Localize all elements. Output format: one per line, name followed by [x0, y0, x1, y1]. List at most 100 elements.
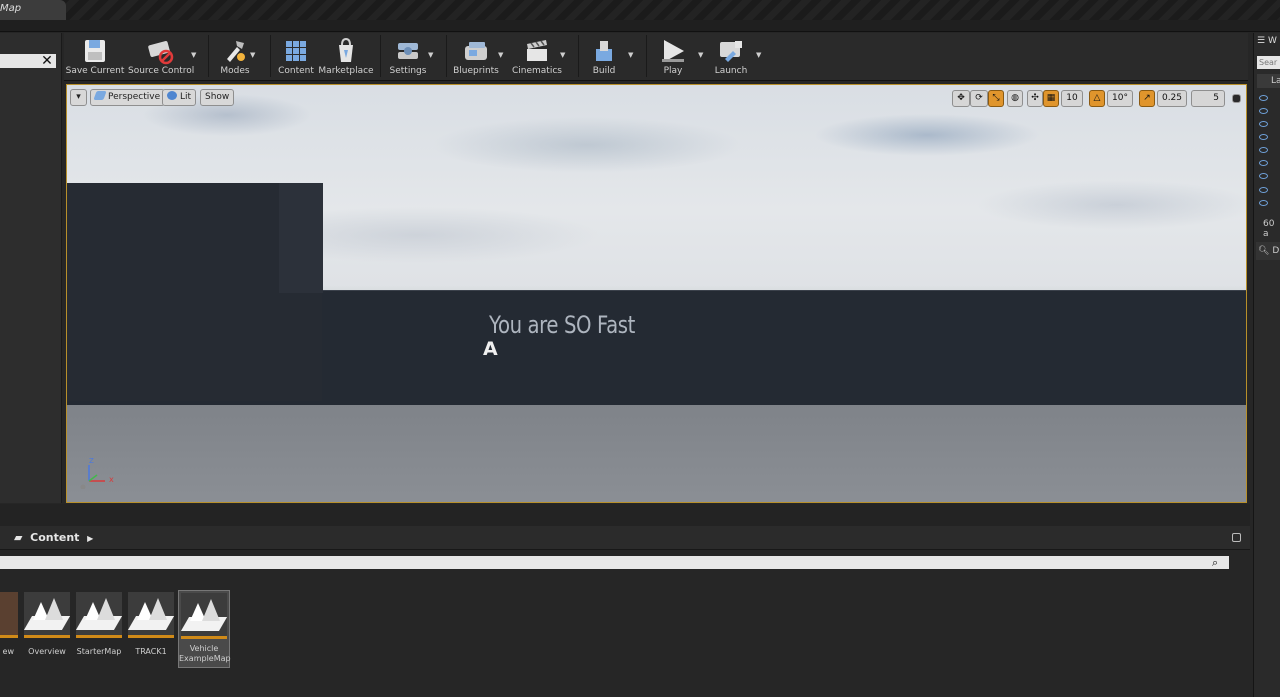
play-label: Play: [663, 66, 683, 76]
settings-gear-icon: [398, 43, 418, 59]
toolbar-separator: [578, 35, 579, 77]
visibility-eye-icon[interactable]: [1259, 173, 1268, 179]
show-button[interactable]: Show: [200, 89, 235, 106]
axis-gizmo-icon: [80, 465, 105, 489]
save-current-label: Save Current: [65, 66, 125, 76]
save-current-button[interactable]: Save Current: [64, 33, 126, 79]
launch-dropdown-icon[interactable]: ▼: [756, 51, 764, 59]
content-path-label: Content: [30, 531, 80, 544]
content-path-breadcrumb[interactable]: ▰ Content ▶: [14, 531, 93, 544]
scale-snap-icon[interactable]: ↗: [1139, 90, 1155, 107]
level-tab[interactable]: Map: [0, 0, 66, 20]
axis-x-label: x: [109, 475, 114, 484]
visibility-eye-icon[interactable]: [1259, 108, 1268, 114]
visibility-eye-icon[interactable]: [1259, 200, 1268, 206]
build-button[interactable]: Build: [582, 33, 626, 79]
cinematics-button[interactable]: Cinematics: [510, 33, 564, 79]
settings-button[interactable]: Settings: [384, 33, 432, 79]
floor-mesh[interactable]: [67, 405, 1246, 502]
marketplace-button[interactable]: Marketplace: [318, 33, 374, 79]
map-asset-icon: [181, 593, 227, 639]
world-outliner-panel: [1253, 33, 1280, 697]
modes-label: Modes: [220, 66, 250, 76]
source-control-dropdown-icon[interactable]: ▼: [191, 51, 199, 59]
asset-tile[interactable]: StarterMap: [74, 592, 124, 657]
asset-tile[interactable]: ew: [0, 592, 20, 657]
map-asset-icon: [24, 592, 70, 638]
visibility-eye-icon[interactable]: [1259, 147, 1268, 153]
source-control-label: Source Control: [128, 66, 195, 76]
visibility-eye-icon[interactable]: [1259, 160, 1268, 166]
asset-name: StarterMap: [76, 647, 122, 656]
details-tab[interactable]: 🔍︎ D: [1256, 242, 1280, 260]
launch-button[interactable]: Launch: [708, 33, 754, 79]
map-asset-icon: [76, 592, 122, 638]
translate-icon[interactable]: ✥: [952, 90, 970, 107]
level-tab-label: Map: [0, 3, 22, 14]
search-icon[interactable]: ⌕: [1212, 556, 1224, 569]
play-icon: [662, 40, 684, 62]
maximize-viewport-icon[interactable]: [1232, 94, 1241, 103]
visibility-eye-icon[interactable]: [1259, 134, 1268, 140]
scale-icon[interactable]: ⤡: [988, 90, 1004, 107]
close-icon[interactable]: ✕: [40, 54, 54, 68]
toolbar-separator: [380, 35, 381, 77]
rotate-icon[interactable]: ⟳: [970, 90, 988, 107]
visibility-eye-icon[interactable]: [1259, 121, 1268, 127]
cinematics-dropdown-icon[interactable]: ▼: [560, 51, 568, 59]
rotation-snap-icon[interactable]: △: [1089, 90, 1105, 107]
visibility-eye-icon[interactable]: [1259, 95, 1268, 101]
source-control-button[interactable]: Source Control: [128, 33, 195, 79]
coordinate-space-icon[interactable]: ◍: [1007, 90, 1023, 107]
outliner-search-input[interactable]: Sear: [1257, 56, 1280, 69]
content-button[interactable]: Content: [274, 33, 318, 79]
level-editor-toolbar: Save Current Source Control ▼ Modes ▼ Co…: [64, 33, 1248, 81]
toolbar-separator: [208, 35, 209, 77]
blueprints-button[interactable]: Blueprints: [450, 33, 502, 79]
asset-search-input[interactable]: [0, 556, 1229, 569]
modes-dropdown-icon[interactable]: ▼: [250, 51, 258, 59]
rotation-snap-value[interactable]: 10°: [1107, 90, 1133, 107]
details-tab-label: D: [1272, 246, 1280, 256]
asset-tile[interactable]: Overview: [22, 592, 72, 657]
text-render-actor-icon[interactable]: A: [483, 338, 498, 360]
build-icon: [596, 41, 612, 61]
world-outliner-tab[interactable]: ☰ W: [1257, 36, 1277, 46]
level-viewport[interactable]: You are SO Fast A ▾ Perspective Lit Show…: [66, 84, 1247, 503]
map-asset-icon: [128, 592, 174, 638]
asset-tile[interactable]: TRACK1: [126, 592, 176, 657]
asset-name: Overview: [28, 647, 66, 656]
toolbar-separator: [446, 35, 447, 77]
grid-snap-icon[interactable]: ▦: [1043, 90, 1059, 107]
content-browser-header: [0, 526, 1250, 550]
content-browser-tabbar: [0, 504, 1250, 526]
floppy-disk-icon: [85, 40, 105, 62]
play-dropdown-icon[interactable]: ▼: [698, 51, 706, 59]
perspective-button[interactable]: Perspective: [90, 89, 166, 106]
path-chevron-icon[interactable]: ▶: [87, 534, 93, 543]
modes-icon: [227, 41, 245, 62]
asset-tile-selected[interactable]: Vehicle ExampleMap: [178, 590, 231, 668]
lock-icon[interactable]: [1232, 533, 1241, 542]
toolbar-separator: [646, 35, 647, 77]
play-button[interactable]: Play: [650, 33, 696, 79]
grid-snap-value[interactable]: 10: [1061, 90, 1083, 107]
asset-name: Vehicle ExampleMap: [179, 644, 231, 663]
settings-label: Settings: [389, 66, 427, 76]
build-dropdown-icon[interactable]: ▼: [628, 51, 636, 59]
modes-panel: [0, 33, 62, 503]
wall-text-render[interactable]: You are SO Fast: [489, 311, 635, 339]
tall-block-side: [279, 183, 323, 293]
camera-speed-button[interactable]: 5: [1191, 90, 1225, 107]
scale-snap-value[interactable]: 0.25: [1157, 90, 1187, 107]
viewport-options-button[interactable]: ▾: [70, 89, 87, 106]
lit-sphere-icon: [167, 91, 177, 100]
surface-snap-icon[interactable]: ✣: [1027, 90, 1043, 107]
axis-z-label: Z: [89, 457, 94, 465]
blueprints-dropdown-icon[interactable]: ▼: [498, 51, 506, 59]
lit-button[interactable]: Lit: [162, 89, 197, 106]
source-control-icon: [148, 41, 174, 65]
settings-dropdown-icon[interactable]: ▼: [428, 51, 436, 59]
asset-thumbnail: [0, 592, 18, 638]
visibility-eye-icon[interactable]: [1259, 187, 1268, 193]
